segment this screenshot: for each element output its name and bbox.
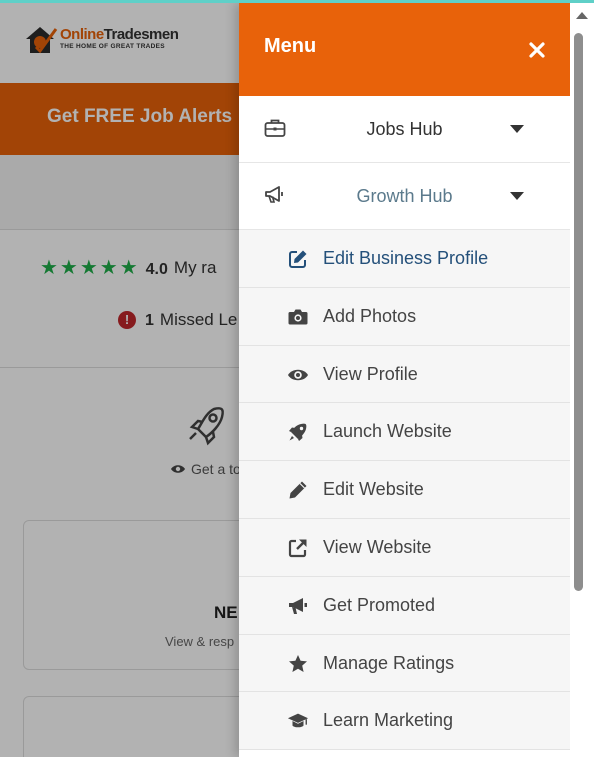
menu-header: Menu: [239, 3, 570, 96]
bullhorn-icon: [287, 596, 309, 616]
edit-square-icon: [287, 249, 309, 269]
menu-item-get-promoted[interactable]: Get Promoted: [239, 577, 570, 635]
menu-item-launch-website[interactable]: Launch Website: [239, 403, 570, 462]
menu-item-edit-website[interactable]: Edit Website: [239, 461, 570, 519]
scroll-thumb[interactable]: [574, 33, 583, 591]
graduation-cap-icon: [287, 711, 309, 731]
top-accent-line: [0, 0, 594, 3]
pencil-icon: [287, 480, 309, 500]
menu-title: Menu: [264, 35, 317, 57]
menu-item-label: Launch Website: [323, 421, 452, 442]
menu-item-view-website[interactable]: View Website: [239, 519, 570, 577]
chevron-down-icon: [510, 125, 524, 133]
menu-item-label: Learn Marketing: [323, 710, 454, 731]
jobs-hub-toggle[interactable]: Jobs Hub: [239, 96, 570, 163]
star-icon: [287, 654, 309, 674]
menu-item-label: Manage Ratings: [323, 652, 455, 673]
menu-item-label: View Profile: [323, 363, 418, 384]
close-icon[interactable]: [526, 39, 548, 61]
growth-hub-toggle[interactable]: Growth Hub: [239, 163, 570, 230]
scrollbar[interactable]: [570, 3, 594, 757]
eye-icon: [287, 365, 309, 385]
menu-item-label: Edit Website: [323, 479, 424, 500]
chevron-down-icon: [510, 192, 524, 200]
menu-item-add-photos[interactable]: Add Photos: [239, 288, 570, 346]
rocket-icon: [287, 422, 309, 442]
menu-item-label: Get Promoted: [323, 594, 436, 615]
camera-icon: [287, 307, 309, 327]
menu-item-label: Add Photos: [323, 305, 417, 326]
side-menu-drawer: Menu Jobs Hub Growth Hub Edit Business P…: [239, 3, 570, 757]
menu-item-view-profile[interactable]: View Profile: [239, 346, 570, 404]
menu-item-manage-ratings[interactable]: Manage Ratings: [239, 635, 570, 693]
menu-item-label: View Website: [323, 536, 432, 557]
menu-item-learn-marketing[interactable]: Learn Marketing: [239, 692, 570, 751]
menu-item-edit-business-profile[interactable]: Edit Business Profile: [239, 230, 570, 288]
scroll-up-arrow-icon[interactable]: [576, 12, 588, 19]
external-link-icon: [287, 538, 309, 558]
menu-item-label: Edit Business Profile: [323, 248, 489, 268]
growth-hub-submenu: Edit Business Profile Add Photos View Pr…: [239, 230, 570, 751]
